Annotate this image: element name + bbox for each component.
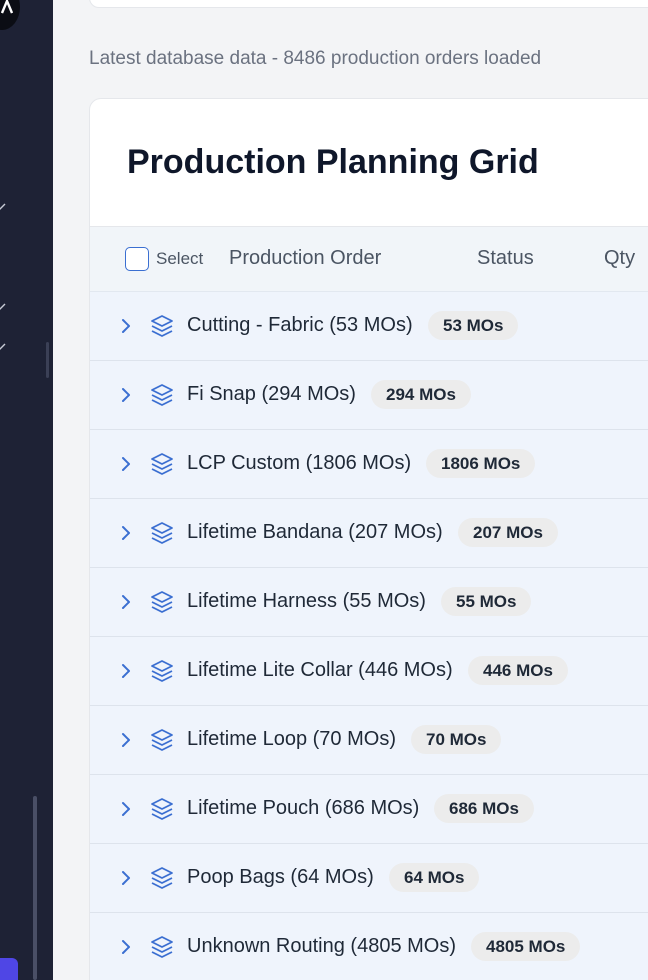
sidebar-scrollbar[interactable] <box>33 796 37 980</box>
select-label: Select <box>156 249 204 268</box>
group-name: Lifetime Pouch (686 MOs) <box>187 797 420 819</box>
layers-icon <box>151 936 173 958</box>
group-name: Lifetime Loop (70 MOs) <box>187 728 396 750</box>
group-row[interactable]: Unknown Routing (4805 MOs) 4805 MOs <box>90 913 648 980</box>
chevron-right-icon[interactable] <box>120 525 132 541</box>
group-row[interactable]: Fi Snap (294 MOs) 294 MOs <box>90 361 648 430</box>
sidebar-resize-handle[interactable] <box>46 342 49 378</box>
top-card <box>89 0 648 8</box>
mo-count-badge: 446 MOs <box>468 656 568 685</box>
layers-icon <box>151 798 173 820</box>
select-all-checkbox[interactable] <box>125 247 149 271</box>
group-row[interactable]: Poop Bags (64 MOs) 64 MOs <box>90 844 648 913</box>
group-name: Poop Bags (64 MOs) <box>187 866 374 888</box>
mo-count-badge: 70 MOs <box>411 725 502 754</box>
chevron-right-icon[interactable] <box>120 870 132 886</box>
mo-count-badge: 4805 MOs <box>471 932 581 961</box>
chevron-right-icon[interactable] <box>120 663 132 679</box>
column-header-production-order[interactable]: Production Order <box>229 247 381 270</box>
group-row[interactable]: LCP Custom (1806 MOs) 1806 MOs <box>90 430 648 499</box>
chevron-right-icon[interactable] <box>120 801 132 817</box>
layers-icon <box>151 453 173 475</box>
mo-count-badge: 207 MOs <box>458 518 558 547</box>
group-row[interactable]: Lifetime Lite Collar (446 MOs) 446 MOs <box>90 637 648 706</box>
layers-icon <box>151 384 173 406</box>
group-row[interactable]: Cutting - Fabric (53 MOs) 53 MOs <box>90 292 648 361</box>
column-header-qty[interactable]: Qty <box>604 247 635 270</box>
group-row[interactable]: Lifetime Pouch (686 MOs) 686 MOs <box>90 775 648 844</box>
group-name: Lifetime Lite Collar (446 MOs) <box>187 659 453 681</box>
group-row[interactable]: Lifetime Bandana (207 MOs) 207 MOs <box>90 499 648 568</box>
layers-icon <box>151 729 173 751</box>
group-row[interactable]: Lifetime Harness (55 MOs) 55 MOs <box>90 568 648 637</box>
group-name: Lifetime Bandana (207 MOs) <box>187 521 443 543</box>
layers-icon <box>151 591 173 613</box>
chevron-right-icon[interactable] <box>120 318 132 334</box>
page-title: Production Planning Grid <box>127 143 539 181</box>
mo-count-badge: 53 MOs <box>428 311 519 340</box>
chevron-icon[interactable] <box>0 303 6 313</box>
grid-header: Select Production Order Status Qty <box>90 226 648 292</box>
data-status-text: Latest database data - 8486 production o… <box>89 48 542 69</box>
group-name: Unknown Routing (4805 MOs) <box>187 935 457 957</box>
chevron-right-icon[interactable] <box>120 732 132 748</box>
app-logo[interactable] <box>0 0 20 30</box>
sidebar-action-button[interactable] <box>0 958 18 980</box>
chevron-right-icon[interactable] <box>120 939 132 955</box>
mo-count-badge: 64 MOs <box>389 863 480 892</box>
group-row[interactable]: Lifetime Loop (70 MOs) 70 MOs <box>90 706 648 775</box>
chevron-right-icon[interactable] <box>120 387 132 403</box>
group-name: Fi Snap (294 MOs) <box>187 383 356 405</box>
mo-count-badge: 294 MOs <box>371 380 471 409</box>
sidebar <box>0 0 53 980</box>
group-rows: Cutting - Fabric (53 MOs) 53 MOs Fi Snap (… <box>90 292 648 980</box>
chevron-right-icon[interactable] <box>120 594 132 610</box>
mo-count-badge: 1806 MOs <box>426 449 536 478</box>
mo-count-badge: 55 MOs <box>441 587 532 616</box>
column-header-status[interactable]: Status <box>477 247 534 270</box>
group-name: LCP Custom (1806 MOs) <box>187 452 412 474</box>
logo-icon <box>1 0 13 14</box>
mo-count-badge: 686 MOs <box>434 794 534 823</box>
layers-icon <box>151 522 173 544</box>
chevron-icon[interactable] <box>0 343 6 353</box>
chevron-icon[interactable] <box>0 203 6 213</box>
group-name: Cutting - Fabric (53 MOs) <box>187 314 413 336</box>
group-name: Lifetime Harness (55 MOs) <box>187 590 426 612</box>
chevron-right-icon[interactable] <box>120 456 132 472</box>
layers-icon <box>151 867 173 889</box>
layers-icon <box>151 315 173 337</box>
production-grid-card: Production Planning Grid Select Producti… <box>89 98 648 980</box>
layers-icon <box>151 660 173 682</box>
